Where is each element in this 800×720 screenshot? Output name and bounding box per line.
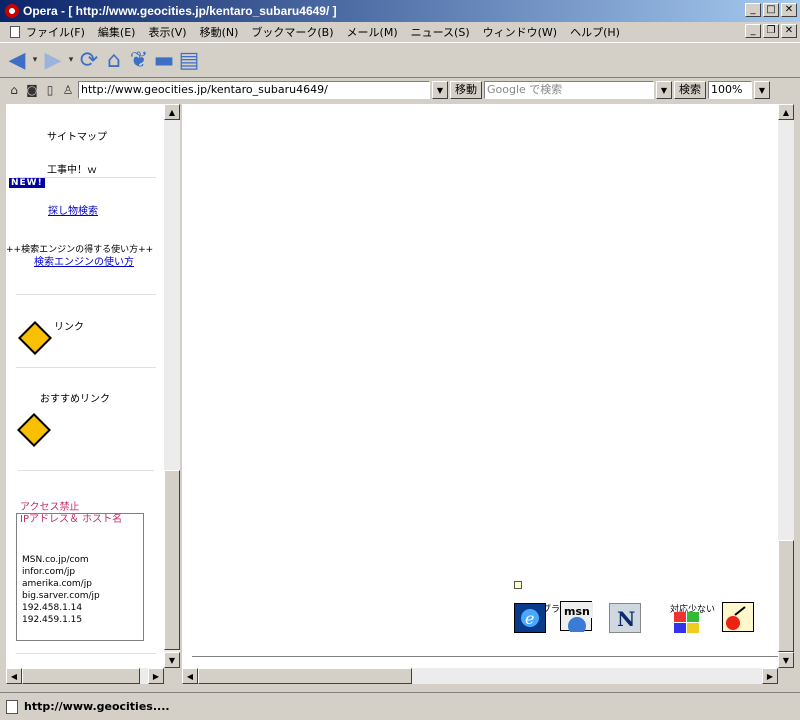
close-button[interactable]: ✕ (781, 3, 797, 17)
svg-text:e: e (525, 609, 534, 628)
back-icon[interactable]: ◀ (6, 47, 28, 73)
zoom-dropdown-button[interactable]: ▼ (754, 81, 770, 99)
svg-text:msn: msn (564, 605, 590, 618)
menu-edit[interactable]: 編集(E) (98, 24, 136, 40)
menu-navigate[interactable]: 移動(N) (200, 24, 239, 40)
search-button[interactable]: 検索 (674, 81, 706, 99)
window-title: Opera - [ http://www.geocities.jp/kentar… (23, 4, 337, 18)
back-history-icon[interactable]: ▾ (31, 47, 39, 73)
ip-list-item: 192.459.1.15 (22, 615, 83, 625)
security-icon[interactable]: ⌂ (6, 82, 22, 98)
scroll-left-button[interactable]: ◀ (6, 668, 22, 684)
svg-text:N: N (617, 607, 635, 631)
sidebar-vertical-scrollbar[interactable]: ▲ ▼ (164, 104, 180, 668)
divider (16, 367, 156, 368)
search-dropdown-button[interactable]: ▼ (656, 81, 672, 99)
mdi-minimize-button[interactable]: _ (745, 24, 761, 38)
mac-browser-icon (722, 602, 754, 632)
browser-window: Opera - [ http://www.geocities.jp/kentar… (0, 0, 800, 720)
opera-icon (4, 3, 20, 19)
menu-bar: ファイル(F) 編集(E) 表示(V) 移動(N) ブックマーク(B) メール(… (0, 22, 800, 41)
hotlist-icon[interactable]: ❦ (128, 47, 150, 73)
menu-mail[interactable]: メール(M) (347, 24, 398, 40)
netscape-browser-icon[interactable]: N (609, 603, 641, 633)
user-icon[interactable]: ♙ (60, 82, 76, 98)
navigation-toolbar: ◀ ▾ ▶ ▾ ⟳ ⌂ ❦ ▬ ▤ (0, 42, 800, 78)
url-dropdown-button[interactable]: ▼ (432, 81, 448, 99)
menu-file[interactable]: ファイル(F) (26, 24, 85, 40)
window-controls: _ □ ✕ (745, 3, 797, 17)
scroll-thumb[interactable] (778, 540, 794, 652)
content-divider (192, 656, 778, 657)
windows-flag-icon (670, 608, 704, 638)
menu-window[interactable]: ウィンドウ(W) (483, 24, 557, 40)
status-bar: http://www.geocities.... (0, 692, 800, 720)
main-vertical-scrollbar[interactable]: ▲ ▼ (778, 104, 794, 668)
scroll-thumb[interactable] (164, 470, 180, 650)
page-icon[interactable]: ▤ (178, 47, 200, 73)
search-engine-link[interactable]: 検索エンジンの使い方 (34, 253, 134, 268)
scroll-right-button[interactable]: ▶ (762, 668, 778, 684)
zoom-input[interactable]: 100% (708, 81, 752, 99)
print-icon[interactable]: ▬ (153, 47, 175, 73)
checkbox-icon (514, 581, 522, 589)
divider (18, 470, 154, 471)
scroll-left-button[interactable]: ◀ (182, 668, 198, 684)
sidebar-frame: サイトマップ 工事中！ｗ NEW! 探し物検索 ++検索エンジンの得する使い方+… (6, 104, 164, 668)
scroll-up-button[interactable]: ▲ (164, 104, 180, 120)
sidebar-horizontal-scrollbar[interactable]: ◀ ▶ (6, 668, 164, 684)
mdi-restore-button[interactable]: ❐ (763, 24, 779, 38)
main-frame: ブラウザ 対応少ない e msn N (182, 104, 778, 668)
ip-list-item: big.sarver.com/jp (22, 591, 100, 601)
menu-help[interactable]: ヘルプ(H) (570, 24, 620, 40)
ip-list-item: 192.458.1.14 (22, 603, 83, 613)
scroll-up-button[interactable]: ▲ (778, 104, 794, 120)
warning-sign-icon (17, 413, 51, 447)
ip-host-text: IPアドレス＆ ホスト名 (20, 514, 123, 525)
scroll-right-button[interactable]: ▶ (148, 668, 164, 684)
divider (16, 294, 156, 295)
mdi-close-button[interactable]: ✕ (781, 24, 797, 38)
page-icon (6, 699, 18, 714)
go-button[interactable]: 移動 (450, 81, 482, 99)
warning-sign-icon (18, 321, 52, 355)
links-label[interactable]: リンク (54, 318, 84, 333)
scroll-down-button[interactable]: ▼ (778, 652, 794, 668)
minimize-button[interactable]: _ (745, 3, 761, 17)
new-badge: NEW! (9, 178, 45, 188)
status-text: http://www.geocities.... (24, 700, 170, 713)
sitemap-text: サイトマップ (47, 132, 107, 143)
search-input[interactable]: Google で検索 (484, 81, 654, 99)
forward-history-icon[interactable]: ▾ (67, 47, 75, 73)
construction-text: 工事中！ｗ (47, 165, 97, 176)
menu-bookmarks[interactable]: ブックマーク(B) (251, 24, 333, 40)
forward-icon[interactable]: ▶ (42, 47, 64, 73)
ip-list-item: infor.com/jp (22, 567, 76, 577)
scroll-thumb[interactable] (198, 668, 412, 684)
url-input[interactable]: http://www.geocities.jp/kentaro_subaru46… (78, 81, 430, 99)
document-icon (10, 25, 20, 38)
address-bar: ⌂ ◙ ▯ ♙ http://www.geocities.jp/kentaro_… (0, 79, 800, 101)
msn-browser-icon[interactable]: msn (560, 601, 593, 635)
camera-icon[interactable]: ◙ (24, 82, 40, 98)
ie-browser-icon[interactable]: e (514, 603, 546, 633)
mdi-controls: _ ❐ ✕ (745, 24, 797, 38)
reload-icon[interactable]: ⟳ (78, 47, 100, 73)
scroll-thumb[interactable] (22, 668, 140, 684)
menu-news[interactable]: ニュース(S) (411, 24, 470, 40)
recommended-label[interactable]: おすすめリンク (40, 390, 110, 405)
menu-view[interactable]: 表示(V) (148, 24, 186, 40)
new-page-icon[interactable]: ▯ (42, 82, 58, 98)
title-bar: Opera - [ http://www.geocities.jp/kentar… (0, 0, 800, 22)
ip-list-item: amerika.com/jp (22, 579, 92, 589)
ip-list-item: MSN.co.jp/com (22, 555, 89, 565)
scroll-down-button[interactable]: ▼ (164, 652, 180, 668)
divider (16, 653, 156, 654)
maximize-button[interactable]: □ (763, 3, 779, 17)
home-icon[interactable]: ⌂ (103, 47, 125, 73)
main-horizontal-scrollbar[interactable]: ◀ ▶ (182, 668, 778, 684)
search-link[interactable]: 探し物検索 (48, 202, 98, 217)
